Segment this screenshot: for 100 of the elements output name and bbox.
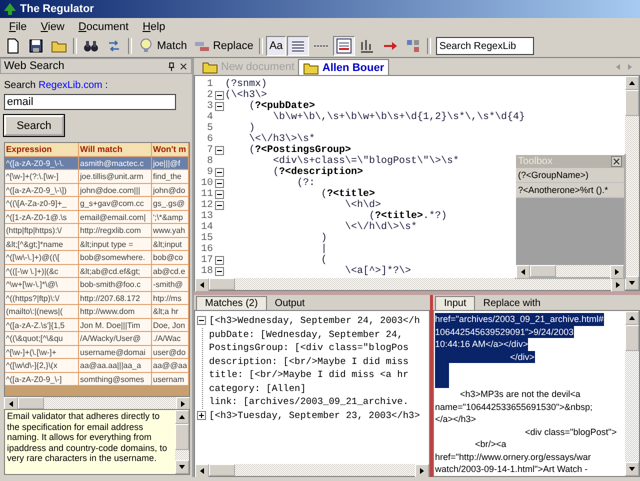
scroll-right-icon[interactable] (181, 401, 185, 407)
tree-item[interactable]: [<h3>Tuesday, September 23, 2003</h3> (209, 410, 420, 421)
scroll-left-icon[interactable] (521, 269, 525, 275)
horizontal-scrollbar[interactable] (516, 265, 624, 277)
table-row[interactable]: ^((\[A-Za-z0-9]+_ g_s+gav@com.cc gs_.gs@ (5, 197, 189, 210)
pane-tab[interactable]: Matches (2) (196, 296, 267, 310)
code-line: (?<PostingsGroup> (248, 145, 352, 156)
line-number: 9 (206, 167, 213, 178)
horizontal-scrollbar[interactable] (4, 397, 190, 409)
tree-item[interactable]: title: [<br/>Maybe I did miss <a hr (209, 369, 409, 380)
tree-item[interactable]: category: [Allen] (209, 382, 306, 394)
match-button[interactable]: Match (135, 36, 190, 56)
tree-item[interactable]: link: [archives/2003_09_21_archive. (209, 396, 409, 408)
table-row[interactable]: ^(([-\w \.]+)|(&c &lt;ab@cd.ef&gt; ab@cd.e (5, 264, 189, 278)
collapse-icon[interactable] (214, 256, 224, 265)
input-text-line: <br/><a (474, 438, 506, 450)
tree-item[interactable]: PostingsGroup: [<div class="blogPos (209, 342, 409, 354)
case-toggle[interactable]: Aa (266, 36, 286, 56)
line-number: 17 (200, 255, 213, 266)
horizontal-scrollbar[interactable] (195, 464, 429, 476)
scrollbar-thumb[interactable] (209, 464, 235, 476)
table-row[interactable]: ^[\w-]+(\.[\w-]+ username@domai user@do (5, 346, 189, 359)
vertical-scrollbar[interactable] (175, 410, 189, 474)
scroll-down-icon[interactable] (629, 467, 635, 471)
table-row[interactable]: ^[\w-]+(?:\.[\w-] joe.tillis@unit.arm find_the (5, 170, 189, 184)
tree-item[interactable]: [<h3>Wednesday, September 24, 2003</h (209, 315, 420, 326)
scroll-up-icon[interactable] (629, 316, 635, 320)
scroll-left-icon[interactable] (200, 468, 204, 474)
input-text-line: <div class="blogPost"> (524, 426, 617, 438)
collapse-icon[interactable] (214, 179, 224, 188)
scroll-right-icon[interactable] (420, 468, 424, 474)
window-title: The Regulator (20, 3, 94, 15)
scrollbar-thumb[interactable] (175, 424, 189, 450)
collapse-icon[interactable] (214, 146, 224, 155)
search-field[interactable]: Search RegexLib (436, 37, 534, 55)
table-row[interactable]: &lt;[^&gt;]*name &lt;input type = &lt;input (5, 238, 189, 251)
table-row[interactable]: ^((https?|ftp)\:\/ http://207.68.172 htp://ms (5, 292, 189, 305)
scroll-right-icon[interactable] (616, 282, 620, 288)
collapse-icon[interactable] (214, 91, 224, 100)
tree-item[interactable]: pubDate: [Wednesday, September 24, (209, 328, 403, 340)
table-row[interactable]: ^\w+[\w-\.]*\@\ bob-smith@foo.c -smith@ (5, 278, 189, 292)
tree-item[interactable]: description: [<br/>Maybe I did miss (209, 356, 409, 367)
code-line: | (320, 244, 328, 255)
table-row[interactable]: ^([\w\d\-]{2,}\(x aa@aa.aa|||aa_a aa@@aa (5, 359, 189, 372)
table-row[interactable]: ^([\w\-\.]+)@((\[ bob@somewhere. bob@co (5, 251, 189, 264)
input-panel[interactable] (433, 310, 640, 477)
scroll-up-icon[interactable] (629, 81, 635, 85)
search-button[interactable]: Search (4, 115, 64, 136)
table-row[interactable]: ^([a-zA-Z0-9_\-\]) john@doe.com||| john@do (5, 184, 189, 197)
scrollbar-thumb[interactable] (209, 278, 235, 290)
site-link[interactable]: RegexLib.com (38, 80, 102, 91)
scroll-left-icon[interactable] (9, 401, 13, 407)
scrollbar-thumb[interactable] (625, 325, 639, 351)
scroll-right-icon[interactable] (615, 269, 619, 275)
pane-tab[interactable]: Output (266, 296, 313, 310)
scrollbar-thumb[interactable] (625, 90, 639, 116)
replace-button[interactable]: Replace (190, 36, 256, 56)
scroll-down-icon[interactable] (629, 281, 635, 285)
code-editor[interactable] (194, 75, 640, 291)
table-cell: ^([a-zA-Z0-9_\-] (5, 372, 79, 386)
table-cell: somthing@somes (79, 372, 152, 386)
table-row[interactable]: ^([1-zA-Z0-1@.\s email@email.com| ';\*&amp (5, 210, 189, 224)
collapse-icon[interactable] (214, 267, 224, 276)
menu-item[interactable]: Document (71, 20, 136, 32)
scroll-down-icon[interactable] (179, 465, 185, 469)
horizontal-scrollbar[interactable] (195, 278, 625, 290)
collapse-icon[interactable] (214, 201, 224, 210)
code-line: (?: (296, 178, 316, 189)
pane-tab[interactable]: Replace with (475, 296, 549, 310)
scrollbar-thumb[interactable] (530, 265, 556, 277)
scroll-up-icon[interactable] (179, 415, 185, 419)
collapse-icon[interactable] (214, 168, 224, 177)
vertical-scrollbar[interactable] (625, 311, 639, 476)
toolbox-item[interactable]: (?<GroupName>) (516, 168, 624, 183)
vertical-scrollbar[interactable] (625, 76, 639, 290)
toggle-button[interactable] (287, 36, 310, 56)
collapse-icon[interactable] (214, 190, 224, 199)
menu-item[interactable]: File (2, 20, 34, 32)
search-field[interactable]: email (4, 94, 176, 110)
table-row[interactable]: ^([a-zA-Z0-9_\-\. asmith@mactec.c joe|||@f (5, 156, 189, 170)
scrollbar-thumb[interactable] (18, 397, 44, 409)
table-row[interactable]: (mailto\:|(news|( http://www.dom &lt;a hr (5, 305, 189, 318)
scroll-left-icon[interactable] (200, 282, 204, 288)
close-icon[interactable] (179, 62, 188, 70)
collapse-icon[interactable] (214, 102, 224, 111)
table-row[interactable]: ^([a-zA-Z.\s']{1,5 Jon M. Doe|||Tim Doe, Jon (5, 318, 189, 332)
document-tab[interactable]: Allen Bouer (298, 59, 390, 75)
close-icon[interactable] (611, 156, 622, 167)
code-line: <div\s+class\=\"blogPost\"\>\s* (272, 156, 460, 167)
table-row[interactable]: ^((\&quot;[^\&qu /A/Wacky/User@ ./A/Wac (5, 332, 189, 346)
pane-tab[interactable]: Input (435, 296, 476, 310)
table-row[interactable]: (http|ftp|https):\/ http://regxlib.com www.yah (5, 224, 189, 238)
expand-icon[interactable] (197, 410, 206, 420)
toggle-button[interactable] (333, 36, 356, 56)
menu-item[interactable]: View (34, 20, 72, 32)
table-row[interactable]: ^([a-zA-Z0-9_\-] somthing@somes usernam (5, 372, 189, 386)
input-text-line: watch/2003-09-14-1.html">Art Watch - (435, 463, 588, 476)
menu-item[interactable]: Help (136, 20, 172, 32)
pin-icon[interactable] (167, 62, 176, 70)
collapse-icon[interactable] (197, 316, 206, 326)
